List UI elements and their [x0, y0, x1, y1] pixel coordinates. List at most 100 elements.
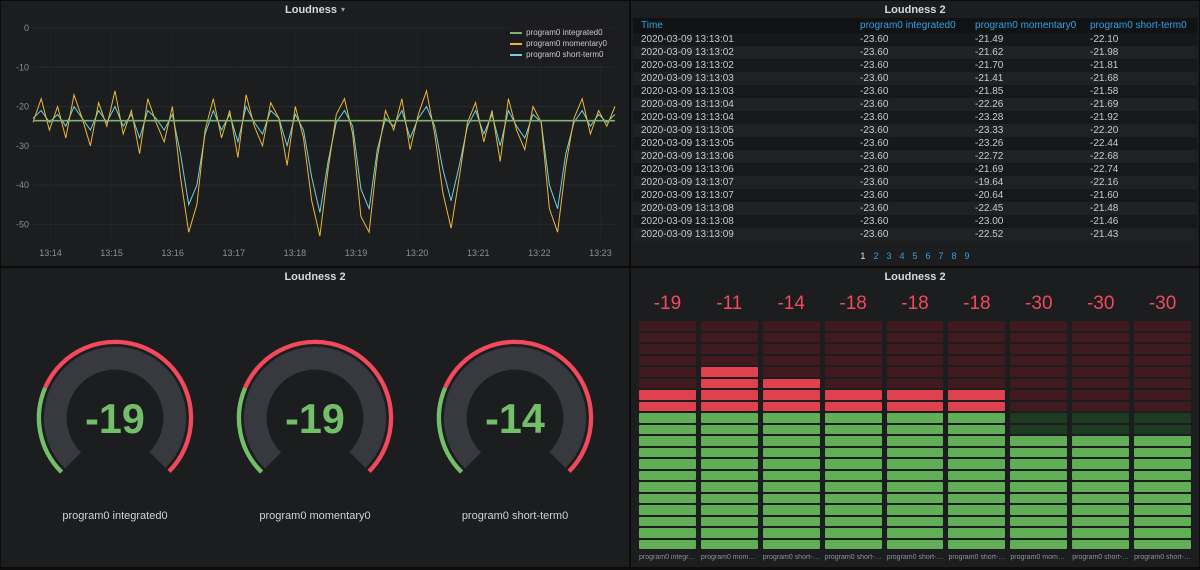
lcd-cell — [1072, 378, 1130, 388]
lcd-cell — [762, 390, 820, 400]
panel-header-loudness[interactable]: Loudness ▾ — [1, 1, 629, 18]
lcd-cell — [948, 332, 1006, 342]
lcd-bar — [1072, 321, 1130, 549]
lcd-cell — [1072, 493, 1130, 503]
svg-text:13:21: 13:21 — [467, 248, 490, 258]
panel-title[interactable]: Loudness 2 — [884, 4, 945, 16]
table-row: 2020-03-09 13:13:06 -23.60 -22.72 -22.68 — [633, 150, 1197, 163]
lcd-cell — [886, 401, 944, 411]
lcd-cell — [948, 447, 1006, 457]
lcd-cell — [1134, 355, 1192, 365]
bar-label: program0 momentary0 — [1010, 553, 1067, 561]
lcd-cell — [948, 470, 1006, 480]
table-cell: 2020-03-09 13:13:02 — [641, 47, 734, 58]
table-cell: -21.41 — [975, 73, 1004, 84]
table-cell: 2020-03-09 13:13:08 — [641, 203, 734, 214]
lcd-cell — [886, 459, 944, 469]
bar-value: -19 — [653, 293, 682, 314]
lcd-cell — [948, 516, 1006, 526]
lcd-cell — [886, 378, 944, 388]
panel-loudness-bargauge: Loudness 2 -19 -11 -14 -18 -18 -18 -30 -30 -30 p… — [631, 268, 1199, 567]
bar-value: -30 — [1025, 293, 1053, 314]
page-number[interactable]: 9 — [965, 251, 970, 261]
table-cell: -23.60 — [860, 216, 889, 227]
bar-label: program0 short-term0 — [886, 553, 944, 561]
lcd-cell — [1010, 470, 1068, 480]
lcd-cell — [639, 470, 696, 480]
gauge-arc: -19 — [236, 339, 394, 494]
lcd-cell — [1010, 378, 1068, 388]
table-column-header[interactable]: program0 momentary0 — [967, 18, 1082, 33]
lcd-cell — [1134, 436, 1192, 446]
lcd-cell — [700, 401, 758, 411]
table-row: 2020-03-09 13:13:07 -23.60 -19.64 -22.16 — [633, 176, 1197, 189]
legend-swatch — [510, 31, 523, 34]
bar-label: program0 short-term0 — [824, 553, 882, 561]
page-number[interactable]: 8 — [952, 251, 957, 261]
legend-label: program0 short-term0 — [526, 50, 604, 59]
lcd-cell — [762, 436, 820, 446]
lcd-cell — [1010, 493, 1068, 503]
page-number[interactable]: 4 — [899, 251, 904, 261]
lcd-cell — [1010, 505, 1068, 515]
bar-label: program0 short-term0 — [1072, 553, 1129, 561]
lcd-cell — [1010, 401, 1068, 411]
lcd-cell — [1010, 355, 1068, 365]
panel-title[interactable]: Loudness — [285, 4, 337, 16]
page-number[interactable]: 5 — [912, 251, 917, 261]
lcd-cell — [824, 332, 882, 342]
lcd-cell — [948, 390, 1006, 400]
lcd-cell — [1010, 390, 1068, 400]
lcd-cell — [1010, 332, 1068, 342]
chevron-down-icon: ▾ — [340, 4, 345, 14]
table-cell: -21.58 — [1090, 86, 1119, 97]
lcd-cell — [762, 539, 820, 549]
bar-value: -30 — [1148, 293, 1177, 314]
lcd-cell — [1010, 424, 1068, 434]
lcd-cell — [1072, 436, 1130, 446]
table-cell: -23.26 — [975, 138, 1004, 149]
lcd-cell — [700, 344, 758, 354]
page-number[interactable]: 1 — [860, 251, 865, 261]
panel-title[interactable]: Loudness 2 — [884, 271, 945, 283]
table-column-header[interactable]: Time — [633, 18, 853, 33]
page-number[interactable]: 2 — [873, 251, 878, 261]
table-cell: -22.16 — [1090, 177, 1119, 188]
panel-header-gauges[interactable]: Loudness 2 — [1, 268, 629, 285]
lcd-cell — [824, 344, 882, 354]
lcd-cell — [948, 367, 1006, 377]
lcd-cell — [886, 344, 944, 354]
panel-header-bargauge[interactable]: Loudness 2 — [631, 268, 1199, 285]
legend-item[interactable]: program0 momentary0 — [510, 39, 607, 48]
table-row: 2020-03-09 13:13:06 -23.60 -21.69 -22.74 — [633, 163, 1197, 176]
page-number[interactable]: 3 — [886, 251, 891, 261]
lcd-cell — [886, 516, 944, 526]
lcd-cell — [700, 424, 758, 434]
page-number[interactable]: 7 — [939, 251, 944, 261]
table-cell: -23.60 — [860, 190, 889, 201]
timeseries-chart[interactable]: 13:14 13:15 13:16 13:17 13:18 13:19 13:20 13:21… — [1, 18, 629, 266]
bar-label: program0 integrated0 — [639, 553, 696, 561]
lcd-cell — [1010, 321, 1068, 331]
svg-text:13:15: 13:15 — [100, 248, 123, 258]
panel-title[interactable]: Loudness 2 — [284, 271, 345, 283]
table-cell: -23.60 — [860, 60, 889, 71]
bar-value: -18 — [963, 293, 991, 314]
bar-value: -11 — [716, 293, 743, 314]
legend-item[interactable]: program0 short-term0 — [510, 50, 607, 59]
bar-label: program0 short-term0 — [948, 553, 1005, 561]
lcd-cell — [1134, 424, 1192, 434]
lcd-cell — [948, 401, 1006, 411]
page-number[interactable]: 6 — [926, 251, 931, 261]
lcd-cell — [700, 470, 758, 480]
table-column-header[interactable]: program0 short-term0 — [1082, 18, 1197, 33]
lcd-cell — [1010, 516, 1068, 526]
lcd-cell — [639, 516, 696, 526]
svg-text:0: 0 — [24, 23, 29, 33]
lcd-cell — [1134, 367, 1192, 377]
legend-item[interactable]: program0 integrated0 — [510, 28, 607, 37]
lcd-cell — [762, 413, 820, 423]
panel-header-table[interactable]: Loudness 2 — [631, 1, 1199, 18]
table-column-header[interactable]: program0 integrated0 — [852, 18, 968, 33]
table-cell: -21.62 — [975, 47, 1004, 58]
